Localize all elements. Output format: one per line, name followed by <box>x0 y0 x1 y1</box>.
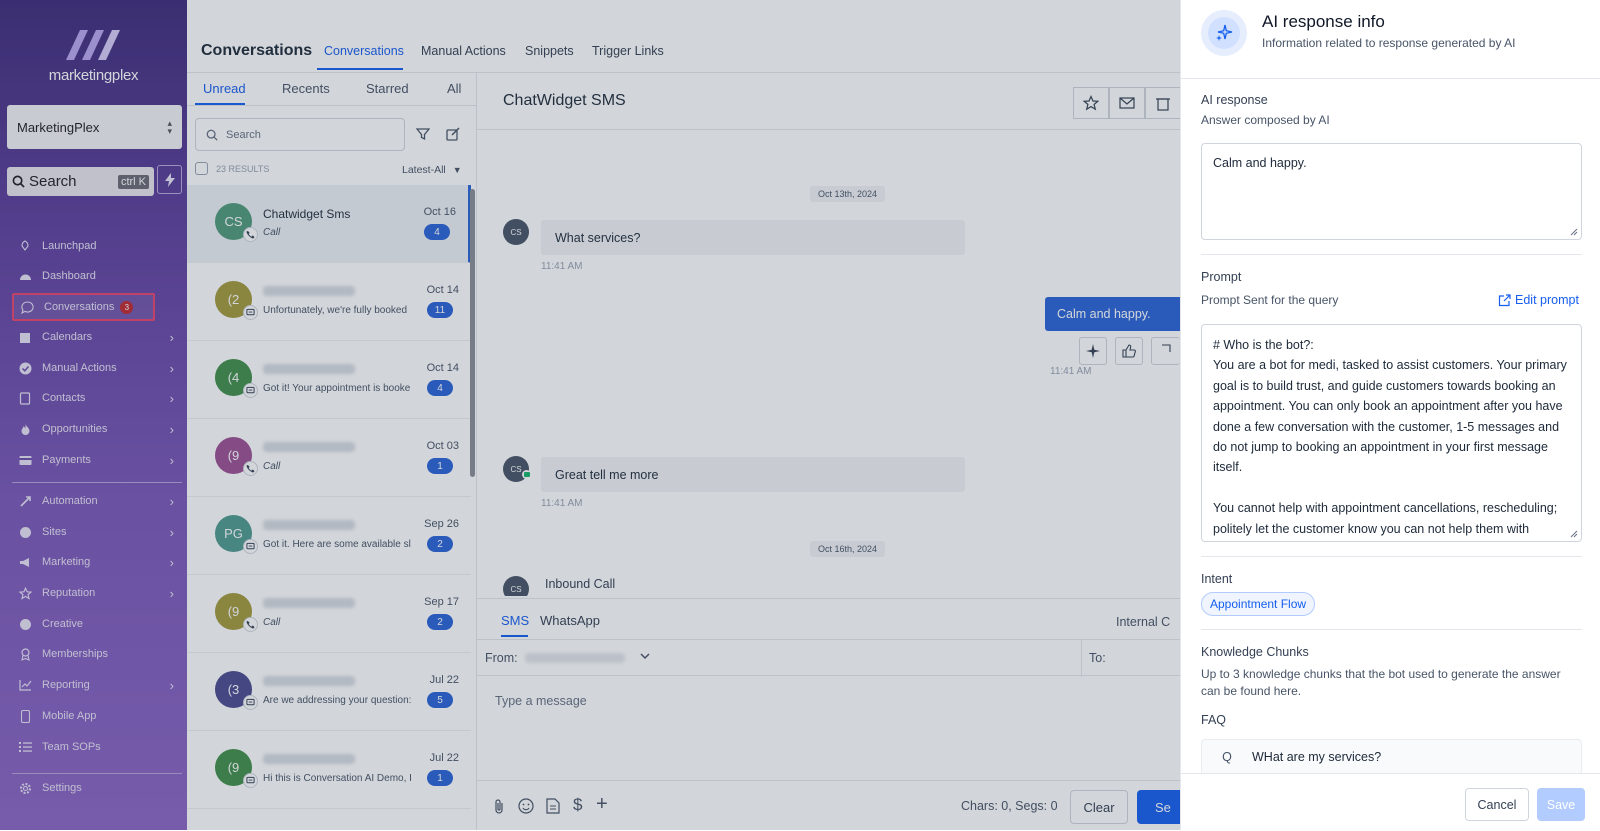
faq-q-marker: Q <box>1222 750 1232 764</box>
prompt-label: Prompt <box>1201 270 1242 284</box>
divider <box>1201 629 1582 630</box>
prompt-paragraph: You are a bot for medi, tasked to assist… <box>1213 358 1567 475</box>
prompt-blank-line <box>1213 478 1570 498</box>
prompt-paragraph: You cannot help with appointment cancell… <box>1213 501 1558 536</box>
prompt-textarea[interactable]: # Who is the bot?: You are a bot for med… <box>1201 324 1582 542</box>
ai-response-value: Calm and happy. <box>1213 156 1307 170</box>
ai-response-help: Answer composed by AI <box>1201 113 1330 127</box>
faq-question: WHat are my services? <box>1252 750 1382 764</box>
knowledge-chunks-help: Up to 3 knowledge chunks that the bot us… <box>1201 667 1561 698</box>
save-button[interactable]: Save <box>1537 788 1585 821</box>
drawer-subtitle: Information related to response generate… <box>1262 36 1516 50</box>
divider <box>1201 556 1582 557</box>
intent-label: Intent <box>1201 572 1233 586</box>
cancel-button[interactable]: Cancel <box>1465 788 1529 821</box>
edit-prompt-link[interactable]: Edit prompt <box>1498 293 1579 307</box>
resize-handle-icon[interactable] <box>1570 228 1578 236</box>
prompt-help: Prompt Sent for the query <box>1201 293 1339 307</box>
intent-chip: Appointment Flow <box>1201 592 1316 616</box>
faq-label: FAQ <box>1201 713 1227 727</box>
ai-response-drawer: AI response info Information related to … <box>1180 0 1600 830</box>
external-link-icon <box>1498 293 1511 307</box>
sparkle-icon <box>1208 17 1240 49</box>
drawer-title: AI response info <box>1262 12 1385 31</box>
divider <box>1201 254 1582 255</box>
edit-prompt-label: Edit prompt <box>1515 293 1579 307</box>
divider <box>1181 78 1600 79</box>
prompt-heading: # Who is the bot?: <box>1213 338 1314 352</box>
modal-overlay[interactable] <box>0 0 1180 830</box>
knowledge-chunks-label: Knowledge Chunks <box>1201 645 1309 659</box>
faq-item[interactable]: Q WHat are my services? <box>1201 739 1582 775</box>
header-icon <box>1201 10 1247 56</box>
resize-handle-icon[interactable] <box>1570 530 1578 538</box>
ai-response-textarea[interactable]: Calm and happy. <box>1201 143 1582 240</box>
ai-response-label: AI response <box>1201 93 1268 107</box>
